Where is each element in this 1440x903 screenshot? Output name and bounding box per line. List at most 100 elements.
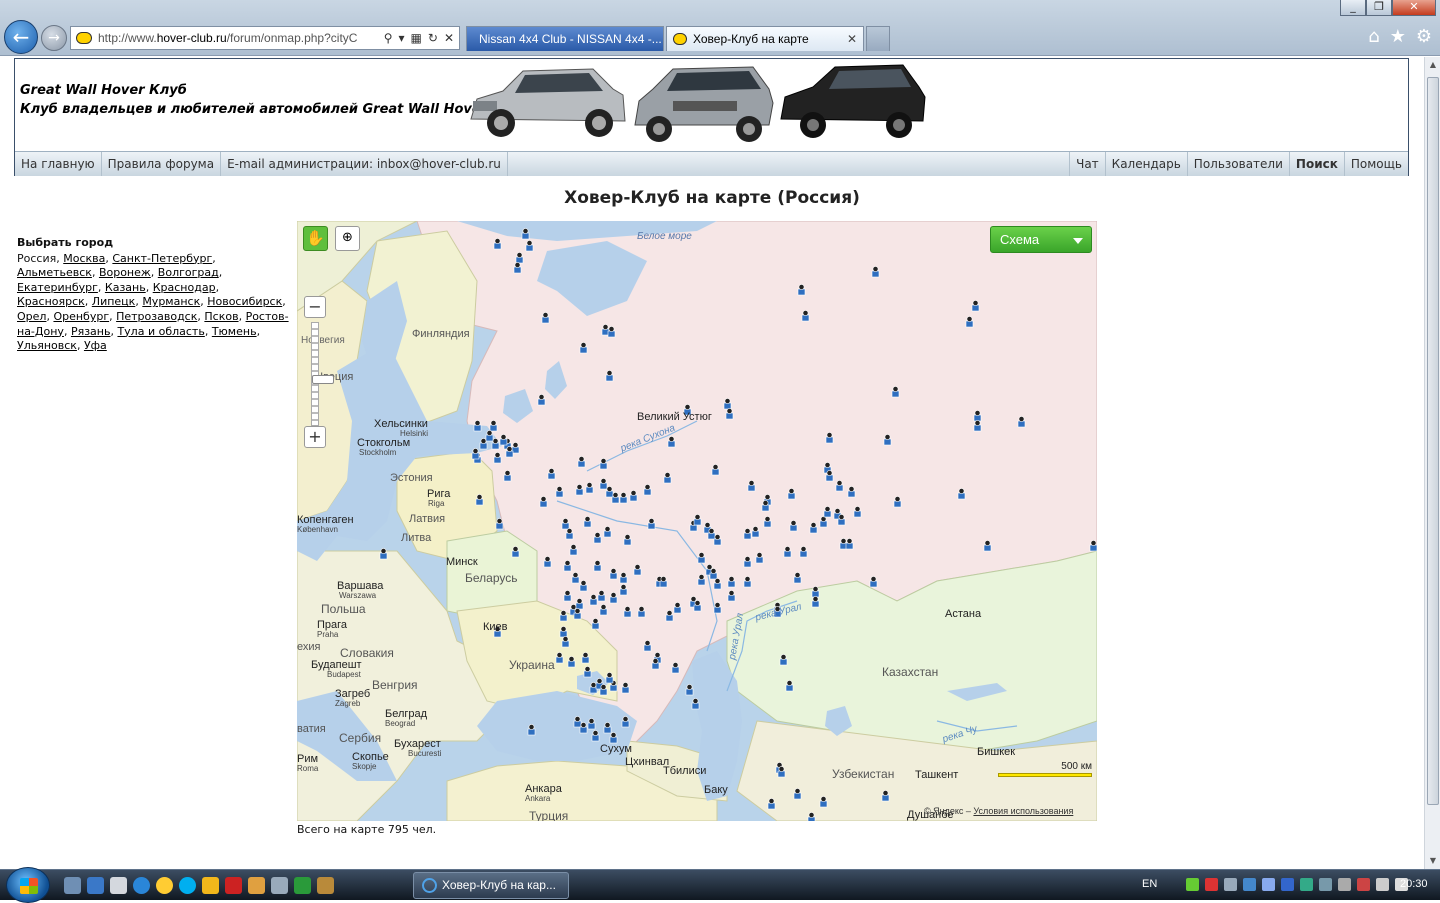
city-link[interactable]: Уфа bbox=[84, 339, 107, 352]
member-marker-icon[interactable] bbox=[605, 370, 614, 382]
member-marker-icon[interactable] bbox=[971, 300, 980, 312]
member-marker-icon[interactable] bbox=[871, 266, 880, 278]
member-marker-icon[interactable] bbox=[811, 586, 820, 598]
tray-app-icon[interactable] bbox=[1300, 878, 1313, 891]
app-grey-icon[interactable] bbox=[271, 877, 288, 894]
member-marker-icon[interactable] bbox=[579, 722, 588, 734]
member-marker-icon[interactable] bbox=[957, 488, 966, 500]
member-marker-icon[interactable] bbox=[473, 420, 482, 432]
member-marker-icon[interactable] bbox=[727, 576, 736, 588]
member-marker-icon[interactable] bbox=[633, 564, 642, 576]
tray-app-icon[interactable] bbox=[1319, 878, 1332, 891]
member-marker-icon[interactable] bbox=[511, 546, 520, 558]
tray-app-icon[interactable] bbox=[1243, 878, 1256, 891]
member-marker-icon[interactable] bbox=[847, 486, 856, 498]
nav-search-link[interactable]: Поиск bbox=[1290, 152, 1345, 176]
member-marker-icon[interactable] bbox=[751, 526, 760, 538]
yandex-map[interactable]: Белое море Финляндия Швеция Норвегия Хел… bbox=[297, 221, 1097, 821]
city-link[interactable]: Москва bbox=[63, 252, 105, 265]
member-marker-icon[interactable] bbox=[605, 672, 614, 684]
member-marker-icon[interactable] bbox=[495, 518, 504, 530]
member-marker-icon[interactable] bbox=[965, 316, 974, 328]
member-marker-icon[interactable] bbox=[883, 434, 892, 446]
language-indicator[interactable]: EN bbox=[1142, 878, 1157, 890]
page-scrollbar[interactable]: ▲ ▼ bbox=[1424, 57, 1440, 869]
member-marker-icon[interactable] bbox=[573, 608, 582, 620]
nav-home-link[interactable]: На главную bbox=[15, 152, 102, 176]
tray-app-icon[interactable] bbox=[1186, 878, 1199, 891]
member-marker-icon[interactable] bbox=[647, 518, 656, 530]
address-bar[interactable]: http://www.hover-club.ru/forum/onmap.php… bbox=[70, 26, 460, 50]
member-marker-icon[interactable] bbox=[811, 596, 820, 608]
member-marker-icon[interactable] bbox=[521, 228, 530, 240]
city-link[interactable]: Ульяновск bbox=[17, 339, 77, 352]
member-marker-icon[interactable] bbox=[793, 788, 802, 800]
member-marker-icon[interactable] bbox=[539, 496, 548, 508]
maximize-button[interactable]: ❐ bbox=[1366, 0, 1392, 16]
member-marker-icon[interactable] bbox=[809, 522, 818, 534]
scrollbar-thumb[interactable] bbox=[1427, 77, 1439, 805]
app-red-icon[interactable] bbox=[225, 877, 242, 894]
member-marker-icon[interactable] bbox=[659, 576, 668, 588]
member-marker-icon[interactable] bbox=[565, 528, 574, 540]
member-marker-icon[interactable] bbox=[823, 506, 832, 518]
member-marker-icon[interactable] bbox=[763, 516, 772, 528]
member-marker-icon[interactable] bbox=[629, 490, 638, 502]
city-link[interactable]: Рязань bbox=[71, 325, 111, 338]
member-marker-icon[interactable] bbox=[743, 528, 752, 540]
scroll-up-arrow-icon[interactable]: ▲ bbox=[1425, 57, 1440, 73]
compat-view-icon[interactable]: ▦ bbox=[411, 31, 422, 45]
member-marker-icon[interactable] bbox=[559, 626, 568, 638]
city-link[interactable]: Казань bbox=[105, 281, 146, 294]
city-link[interactable]: Екатеринбург bbox=[17, 281, 98, 294]
member-marker-icon[interactable] bbox=[693, 514, 702, 526]
back-button[interactable]: ← bbox=[4, 20, 38, 54]
city-link[interactable]: Красноярск bbox=[17, 295, 85, 308]
member-marker-icon[interactable] bbox=[513, 262, 522, 274]
member-marker-icon[interactable] bbox=[637, 606, 646, 618]
member-marker-icon[interactable] bbox=[599, 604, 608, 616]
member-marker-icon[interactable] bbox=[709, 568, 718, 580]
member-marker-icon[interactable] bbox=[825, 470, 834, 482]
member-marker-icon[interactable] bbox=[583, 516, 592, 528]
member-marker-icon[interactable] bbox=[611, 492, 620, 504]
member-marker-icon[interactable] bbox=[797, 284, 806, 296]
member-marker-icon[interactable] bbox=[723, 398, 732, 410]
member-marker-icon[interactable] bbox=[853, 506, 862, 518]
member-marker-icon[interactable] bbox=[593, 560, 602, 572]
member-marker-icon[interactable] bbox=[379, 548, 388, 560]
member-marker-icon[interactable] bbox=[563, 560, 572, 572]
member-marker-icon[interactable] bbox=[835, 480, 844, 492]
member-marker-icon[interactable] bbox=[799, 546, 808, 558]
app-green-icon[interactable] bbox=[294, 877, 311, 894]
city-link[interactable]: Волгоград bbox=[158, 266, 219, 279]
search-icon[interactable]: ⚲ bbox=[384, 31, 393, 45]
scroll-down-arrow-icon[interactable]: ▼ bbox=[1425, 853, 1440, 869]
member-marker-icon[interactable] bbox=[505, 446, 514, 458]
nav-users-link[interactable]: Пользователи bbox=[1188, 152, 1290, 176]
home-icon[interactable]: ⌂ bbox=[1368, 26, 1379, 47]
member-marker-icon[interactable] bbox=[869, 576, 878, 588]
member-marker-icon[interactable] bbox=[623, 534, 632, 546]
member-marker-icon[interactable] bbox=[685, 684, 694, 696]
city-link[interactable]: Санкт-Петербург bbox=[112, 252, 212, 265]
member-marker-icon[interactable] bbox=[589, 594, 598, 606]
member-marker-icon[interactable] bbox=[793, 572, 802, 584]
member-marker-icon[interactable] bbox=[747, 480, 756, 492]
city-link[interactable]: Мурманск bbox=[142, 295, 200, 308]
refresh-icon[interactable]: ↻ bbox=[428, 31, 438, 45]
member-marker-icon[interactable] bbox=[575, 598, 584, 610]
member-marker-icon[interactable] bbox=[711, 464, 720, 476]
tray-app-icon[interactable] bbox=[1205, 878, 1218, 891]
zoom-thumb[interactable] bbox=[312, 375, 334, 384]
member-marker-icon[interactable] bbox=[555, 652, 564, 664]
member-marker-icon[interactable] bbox=[713, 578, 722, 590]
member-marker-icon[interactable] bbox=[537, 394, 546, 406]
map-layer-select[interactable]: Схема bbox=[990, 226, 1092, 253]
member-marker-icon[interactable] bbox=[607, 326, 616, 338]
member-marker-icon[interactable] bbox=[525, 240, 534, 252]
nav-help-link[interactable]: Помощь bbox=[1345, 152, 1408, 176]
zoom-slider[interactable]: − + bbox=[304, 296, 334, 451]
member-marker-icon[interactable] bbox=[819, 796, 828, 808]
tray-app-icon[interactable] bbox=[1262, 878, 1275, 891]
